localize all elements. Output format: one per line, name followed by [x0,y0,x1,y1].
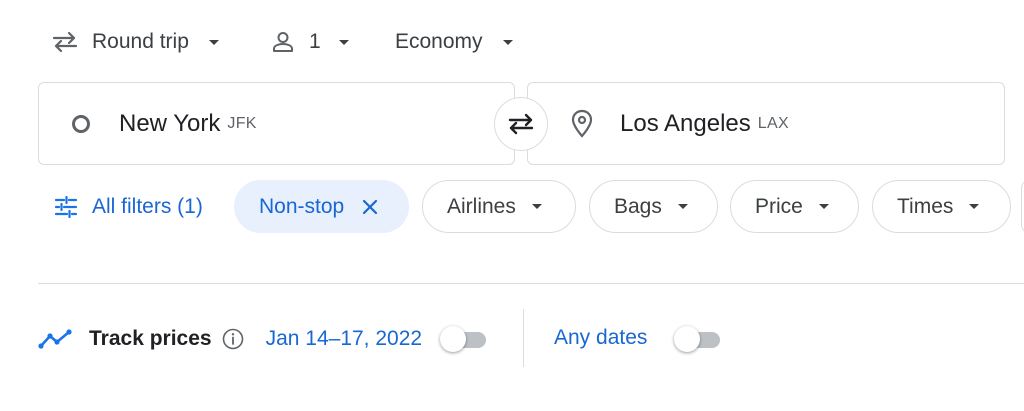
chip-price[interactable]: Price [730,180,859,233]
chip-price-label: Price [755,194,803,218]
close-icon[interactable] [362,199,378,215]
toggle-knob [674,326,700,352]
any-dates-label: Any dates [554,326,648,349]
destination-city: Los Angeles [620,109,751,137]
date-range-label: Jan 14–17, 2022 [265,327,423,350]
origin-airport-code: JFK [227,114,257,132]
chip-times[interactable]: Times [872,180,1011,233]
chip-times-label: Times [897,194,954,218]
chevron-down-icon [677,204,688,209]
swap-locations-button[interactable] [494,97,548,151]
chip-bags-label: Bags [614,194,662,218]
trending-line-icon [38,329,72,349]
chevron-down-icon [502,39,513,45]
all-filters-button[interactable]: All filters (1) [54,180,203,233]
chip-nonstop[interactable]: Non-stop [234,180,409,233]
person-icon [273,32,293,52]
chevron-down-icon [818,204,829,209]
chevron-down-icon [531,204,542,209]
origin-city: New York [119,109,221,137]
filter-sliders-icon [54,195,78,218]
info-icon[interactable] [222,328,244,350]
track-prices-section: Track prices Jan 14–17, 2022 [38,322,422,356]
cabin-class-dropdown[interactable]: Economy [395,22,513,62]
vertical-divider [523,309,524,367]
destination-field[interactable]: Los Angeles LAX [527,82,1005,165]
cabin-class-label: Economy [395,30,483,53]
trip-type-dropdown[interactable]: Round trip [52,22,219,62]
chip-airlines[interactable]: Airlines [422,180,576,233]
chip-nonstop-label: Non-stop [259,194,345,218]
all-filters-label: All filters (1) [92,194,203,218]
date-range-toggle[interactable] [440,326,486,352]
destination-airport-code: LAX [757,114,789,132]
location-pin-icon [571,109,593,138]
round-trip-icon [52,31,78,53]
chevron-down-icon [969,204,980,209]
origin-circle-icon [72,114,90,133]
divider [38,283,1024,284]
chevron-down-icon [208,39,219,45]
chip-bags[interactable]: Bags [589,180,718,233]
trip-type-label: Round trip [92,30,189,53]
chevron-down-icon [338,39,349,45]
passengers-dropdown[interactable]: 1 [271,22,349,62]
track-prices-label: Track prices [89,327,212,350]
passengers-count: 1 [309,30,321,53]
origin-field[interactable]: New York JFK [38,82,515,165]
chip-airlines-label: Airlines [447,194,516,218]
any-dates-toggle[interactable] [674,326,720,352]
swap-icon [508,113,534,135]
toggle-knob [440,326,466,352]
